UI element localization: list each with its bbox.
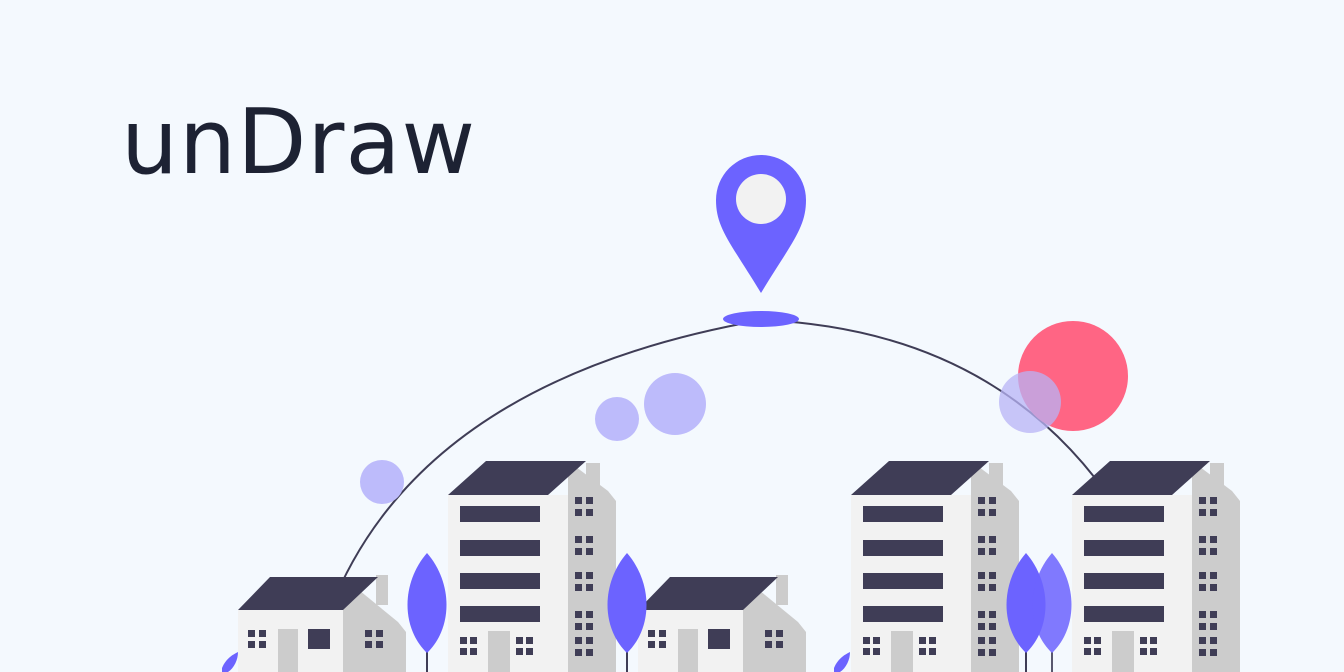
bubble — [644, 373, 706, 435]
bubble — [595, 397, 639, 441]
city-illustration — [222, 155, 1240, 672]
leaf-icon — [834, 652, 850, 672]
apartment-left — [448, 461, 616, 672]
house-left — [238, 575, 406, 672]
leaf-icon — [222, 652, 238, 672]
bubble — [360, 460, 404, 504]
house-middle — [638, 575, 806, 672]
bubble — [999, 371, 1061, 433]
tree-icon — [407, 553, 447, 672]
location-pin-icon — [716, 155, 806, 327]
tree-icon — [1032, 553, 1072, 672]
apartment-right — [1072, 461, 1240, 672]
apartment-middle — [851, 461, 1019, 672]
